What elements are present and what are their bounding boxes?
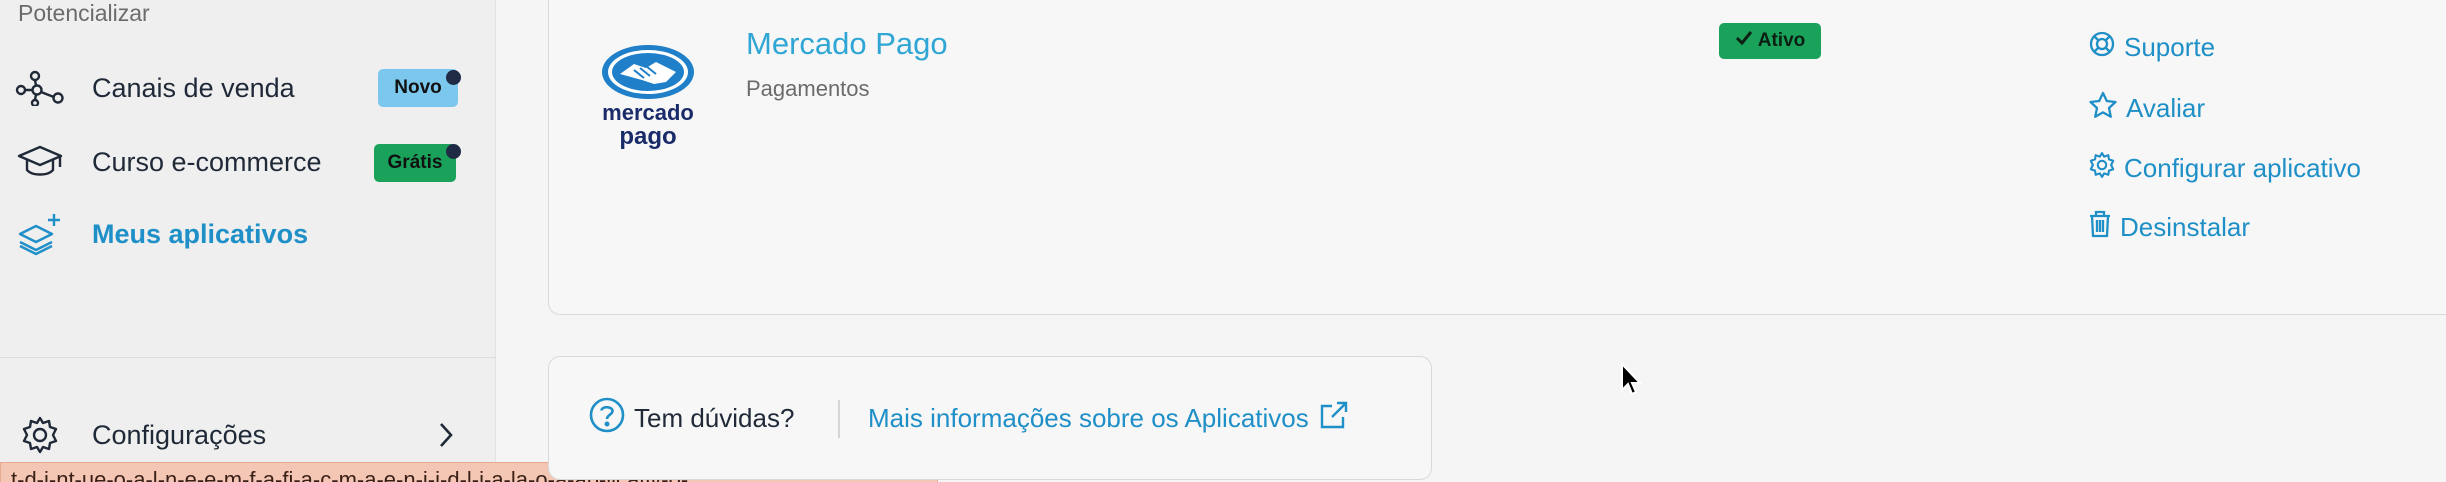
notification-dot (446, 144, 461, 159)
svg-text:pago: pago (619, 123, 676, 150)
star-icon (2088, 91, 2118, 126)
action-label: Configurar aplicativo (2124, 152, 2362, 183)
check-icon (1735, 30, 1753, 52)
sidebar-item-meus-aplicativos[interactable]: Meus aplicativos (0, 202, 496, 266)
configure-app-link[interactable]: Configurar aplicativo (2088, 149, 2361, 187)
trash-icon (2088, 210, 2112, 245)
free-badge: Grátis (374, 144, 456, 182)
help-question: Tem dúvidas? (588, 396, 795, 441)
uninstall-link[interactable]: Desinstalar (2088, 208, 2250, 246)
sidebar-item-label: Canais de venda (92, 72, 295, 103)
status-badge: Ativo (1719, 23, 1821, 59)
svg-text:mercado: mercado (602, 100, 694, 125)
sidebar: Potencializar Canais de venda Novo Curso… (0, 0, 496, 482)
action-label: Suporte (2124, 31, 2216, 62)
rate-link[interactable]: Avaliar (2088, 89, 2205, 127)
external-link-icon (1319, 400, 1349, 437)
app-name[interactable]: Mercado Pago (746, 26, 948, 62)
question-circle-icon (588, 396, 626, 441)
help-question-label: Tem dúvidas? (634, 402, 795, 433)
app-category: Pagamentos (746, 76, 870, 101)
notification-dot (446, 70, 461, 85)
share-network-icon (14, 62, 66, 114)
graduation-cap-icon (14, 136, 66, 188)
mercado-pago-logo: mercado pago (590, 44, 706, 154)
sidebar-item-canais-de-venda[interactable]: Canais de venda Novo (0, 56, 496, 120)
sidebar-section-title: Potencializar (18, 0, 150, 26)
sidebar-divider (0, 357, 496, 358)
sidebar-item-curso-e-commerce[interactable]: Curso e-commerce Grátis (0, 130, 496, 194)
more-info-link[interactable]: Mais informações sobre os Aplicativos (868, 398, 1349, 438)
sidebar-item-label: Configurações (92, 419, 267, 450)
mouse-cursor-icon (1620, 361, 1646, 398)
apps-stack-icon (14, 208, 66, 260)
sidebar-item-configuracoes[interactable]: Configurações (0, 403, 496, 467)
status-label: Ativo (1757, 30, 1806, 51)
sidebar-item-label: Meus aplicativos (92, 218, 309, 249)
help-link-label: Mais informações sobre os Aplicativos (868, 402, 1309, 433)
sidebar-item-label: Curso e-commerce (92, 146, 322, 177)
action-label: Desinstalar (2120, 211, 2251, 242)
help-divider (838, 400, 840, 438)
lifebuoy-icon (2088, 30, 2116, 65)
support-link[interactable]: Suporte (2088, 28, 2215, 66)
gear-icon (2088, 151, 2116, 186)
gear-icon (14, 409, 66, 461)
action-label: Avaliar (2126, 92, 2206, 123)
chevron-right-icon (438, 421, 454, 454)
